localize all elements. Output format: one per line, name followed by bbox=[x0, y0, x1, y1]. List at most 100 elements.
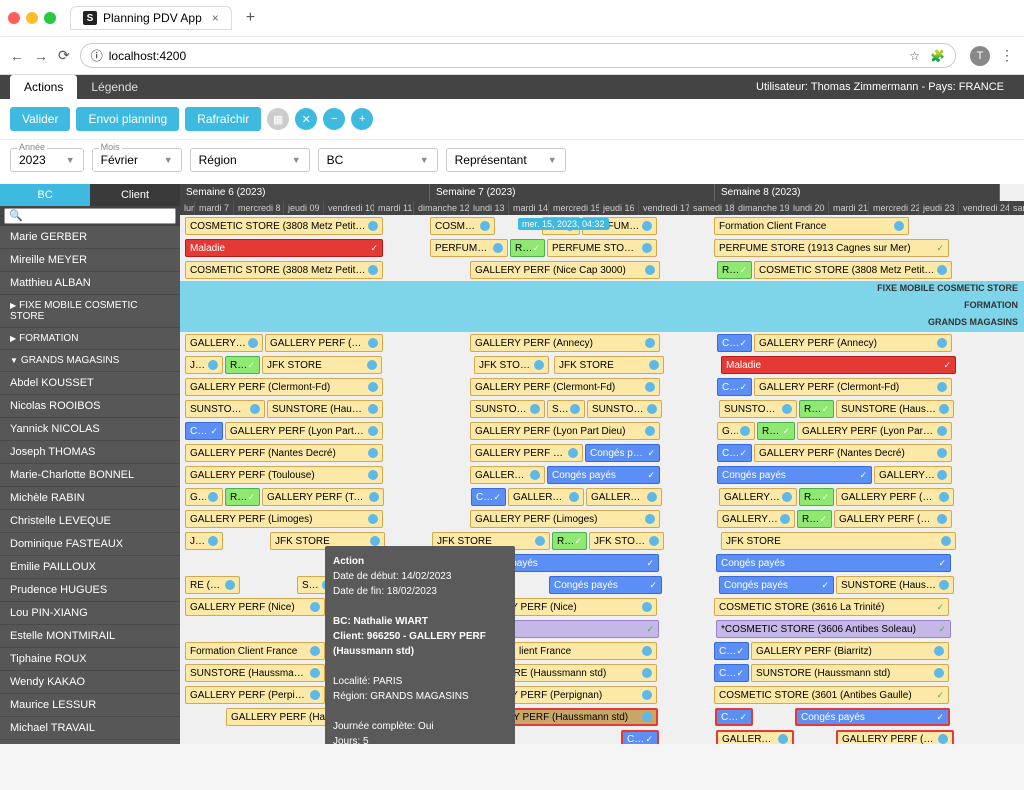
rafraichir-button[interactable]: Rafraîchir bbox=[185, 107, 261, 131]
sidetab-client[interactable]: Client bbox=[90, 184, 180, 206]
extension-icon[interactable]: 🧩 bbox=[930, 49, 945, 63]
person-row[interactable]: Christelle LEVEQUE bbox=[0, 510, 180, 533]
task-chip[interactable]: Récupé✓ bbox=[757, 422, 795, 440]
task-chip[interactable]: SUNSTORE (Haussmann std) bbox=[267, 400, 383, 418]
person-row[interactable]: Michael TRAVAIL bbox=[0, 717, 180, 740]
task-chip[interactable]: JFK STORE bbox=[554, 356, 664, 374]
task-chip[interactable]: SUNSTORE (Haussmann std) bbox=[836, 576, 954, 594]
task-chip[interactable]: Récupé✓ bbox=[510, 239, 545, 257]
person-row[interactable]: Matthieu ALBAN bbox=[0, 272, 180, 295]
task-chip[interactable]: COSMETIC STORE (3616 La Trinité)✓ bbox=[714, 598, 949, 616]
task-chip[interactable]: Congés payés✓ bbox=[549, 576, 662, 594]
task-chip[interactable]: Récupé✓ bbox=[552, 532, 587, 550]
task-chip[interactable]: PERFUME STORE (62 bbox=[430, 239, 508, 257]
task-chip[interactable]: GALLERY PERF (Nantes Decré) bbox=[754, 444, 952, 462]
task-chip[interactable]: Congés✓ bbox=[717, 444, 752, 462]
window-controls[interactable] bbox=[8, 12, 56, 24]
task-chip[interactable]: GALLERY PERF (Toulouse) bbox=[185, 466, 383, 484]
group-row[interactable]: ▼GRANDS MAGASINS bbox=[0, 350, 180, 372]
task-chip[interactable]: GALLERY PERF (Nice) bbox=[185, 598, 325, 616]
person-row[interactable]: Marie-Charlotte BONNEL bbox=[0, 464, 180, 487]
person-row[interactable]: Nicolas ROOIBOS bbox=[0, 395, 180, 418]
person-row[interactable]: Dominique FASTEAUX bbox=[0, 533, 180, 556]
close-circle-icon[interactable]: ✕ bbox=[295, 108, 317, 130]
task-chip[interactable]: SUNSTORE (Haussm bbox=[719, 400, 797, 418]
task-chip[interactable]: Récupé✓ bbox=[799, 488, 834, 506]
task-chip[interactable]: Congés✓ bbox=[471, 488, 506, 506]
task-chip[interactable]: GALLERY PERF (Toul bbox=[586, 488, 662, 506]
task-chip[interactable]: SUNSTORE (Haussm bbox=[587, 400, 662, 418]
group-row[interactable]: ▶FIXE MOBILE COSMETIC STORE bbox=[0, 295, 180, 328]
task-chip[interactable]: COSMETIC STORE (3808 Metz Petit Paris) bbox=[185, 261, 383, 279]
task-chip[interactable]: SUNSTORE (Haussm bbox=[185, 400, 265, 418]
task-chip[interactable]: GALLERY PERF (Annecy) bbox=[754, 334, 952, 352]
gantt-grid[interactable]: Semaine 6 (2023) Semaine 7 (2023) Semain… bbox=[180, 184, 1024, 744]
task-chip[interactable]: lient France bbox=[514, 642, 657, 660]
task-chip[interactable]: GALLERY PERF (Lyon Part Dieu) bbox=[225, 422, 383, 440]
valider-button[interactable]: Valider bbox=[10, 107, 70, 131]
task-chip[interactable]: PERFUME STORE (1913 Cagnes sur Mer)✓ bbox=[714, 239, 949, 257]
star-icon[interactable]: ☆ bbox=[909, 49, 920, 63]
task-chip[interactable]: GALLER bbox=[185, 488, 223, 506]
task-chip[interactable]: GALLER bbox=[717, 422, 755, 440]
group-row[interactable]: ▶FORMATION bbox=[0, 328, 180, 350]
task-chip[interactable]: SUNSTORE (Haussmann std) bbox=[751, 664, 949, 682]
task-chip[interactable]: Congés✓ bbox=[717, 378, 752, 396]
task-chip[interactable]: GALLERY PERF (Haussmann std) bbox=[836, 730, 954, 744]
person-row[interactable]: Mireille MEYER bbox=[0, 249, 180, 272]
task-chip[interactable]: JFK STORE bbox=[474, 356, 549, 374]
task-chip[interactable]: Congés payés✓ bbox=[795, 708, 950, 726]
task-chip[interactable]: GALLERY PERF (Perpignan) bbox=[185, 686, 325, 704]
person-row[interactable]: Marie GERBER bbox=[0, 226, 180, 249]
task-chip[interactable]: GALLERY PERF (Tou bbox=[719, 488, 797, 506]
task-chip[interactable]: GALLERY PERF (Limoges) bbox=[470, 510, 660, 528]
filter-representant[interactable]: Représentant▼ bbox=[446, 148, 566, 172]
task-chip[interactable]: RE (Haussm bbox=[185, 576, 240, 594]
person-row[interactable]: Prudence HUGUES bbox=[0, 579, 180, 602]
menu-icon[interactable]: ⋮ bbox=[1000, 47, 1014, 64]
task-chip[interactable]: SUNSTORE (Haussmann std) bbox=[836, 400, 954, 418]
task-chip[interactable]: GALLERY PERF (Haur bbox=[716, 730, 794, 744]
grid-icon[interactable]: ▦ bbox=[267, 108, 289, 130]
filter-mois[interactable]: Mois Février▼ bbox=[92, 148, 182, 172]
task-chip[interactable]: Congés✓ bbox=[715, 708, 753, 726]
task-chip[interactable]: Congés payés✓ bbox=[717, 466, 872, 484]
task-chip[interactable]: GALLERY PERF (Clermont-Fd) bbox=[470, 378, 660, 396]
zoom-in-icon[interactable]: + bbox=[351, 108, 373, 130]
task-chip[interactable]: Récupé✓ bbox=[225, 488, 260, 506]
task-chip[interactable]: GALLERY PERF (Annecy) bbox=[470, 334, 660, 352]
task-chip[interactable]: *COSMETIC STORE (3606 Antibes Soleau)✓ bbox=[716, 620, 951, 638]
task-chip[interactable]: Congés✓ bbox=[621, 730, 659, 744]
task-chip[interactable]: GALLERY PERF (Lyon Part Dieu) bbox=[797, 422, 952, 440]
task-chip[interactable]: GALLERY PERF (Limoges) bbox=[185, 510, 383, 528]
task-chip[interactable]: JFK STORE bbox=[589, 532, 664, 550]
task-chip[interactable]: Formation Client France bbox=[185, 642, 325, 660]
tab-legende[interactable]: Légende bbox=[77, 75, 152, 99]
person-row[interactable]: Estelle MONTMIRAIL bbox=[0, 625, 180, 648]
task-chip[interactable]: Congés✓ bbox=[717, 334, 752, 352]
task-chip[interactable]: GALLERY PERF (Ann bbox=[185, 334, 263, 352]
sidebar-search-input[interactable] bbox=[4, 208, 176, 224]
forward-icon[interactable]: → bbox=[34, 48, 48, 64]
task-chip[interactable]: Récupé✓ bbox=[799, 400, 834, 418]
task-chip[interactable]: COSMETIC STORE (3601 (Antibes Gaulle)✓ bbox=[714, 686, 949, 704]
profile-avatar[interactable]: T bbox=[970, 46, 990, 66]
task-chip[interactable]: JFK STORE bbox=[262, 356, 382, 374]
person-row[interactable]: Tiphaine ROUX bbox=[0, 648, 180, 671]
filter-annee[interactable]: Année 2023▼ bbox=[10, 148, 84, 172]
new-tab-button[interactable]: + bbox=[246, 9, 255, 27]
task-chip[interactable]: GALLERY PERF (Nice Cap 3000) bbox=[470, 261, 660, 279]
browser-tab[interactable]: S Planning PDV App × bbox=[70, 6, 232, 30]
task-chip[interactable]: Récupé✓ bbox=[797, 510, 832, 528]
task-chip[interactable]: Congés✓ bbox=[714, 642, 749, 660]
task-chip[interactable]: GALLERY PERF (Biarritz) bbox=[751, 642, 949, 660]
task-chip[interactable]: GALLERY PERF (Toul bbox=[470, 466, 545, 484]
task-chip[interactable]: COSMETIC STORE (3808 Metz Petit Paris) bbox=[754, 261, 952, 279]
task-chip[interactable]: GALLERY PERF (Tou bbox=[874, 466, 952, 484]
person-row[interactable]: Abdel KOUSSET bbox=[0, 372, 180, 395]
task-chip[interactable]: JFK STO bbox=[185, 356, 223, 374]
task-chip[interactable]: Congés✓ bbox=[185, 422, 223, 440]
person-row[interactable]: Emilie PAILLOUX bbox=[0, 556, 180, 579]
task-chip[interactable]: Récupé✓ bbox=[717, 261, 752, 279]
tab-actions[interactable]: Actions bbox=[10, 75, 77, 99]
